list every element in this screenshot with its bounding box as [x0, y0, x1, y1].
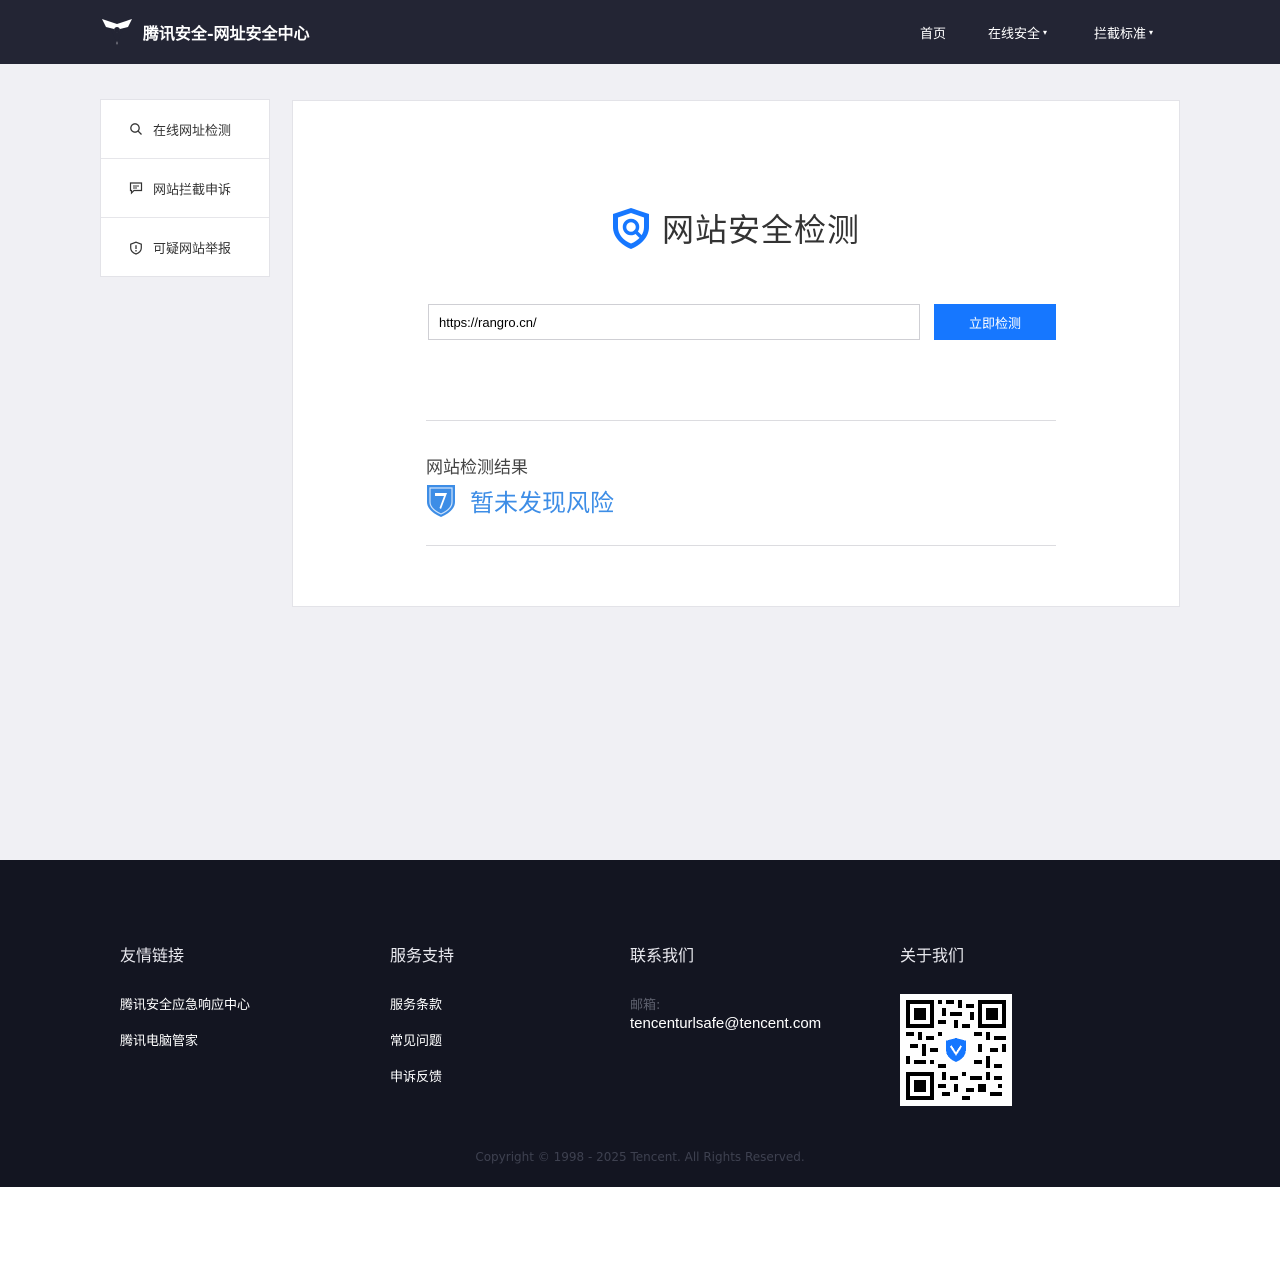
sidebar-item-url-check[interactable]: 在线网址检测	[101, 100, 269, 159]
footer-link-pcmgr[interactable]: 腾讯电脑管家	[120, 1030, 250, 1049]
footer-column-title: 关于我们	[900, 946, 965, 965]
security-check-icon	[613, 208, 649, 249]
result-label: 网站检测结果	[426, 458, 528, 478]
footer-contact-column: 联系我们 邮箱: tencenturlsafe@tencent.com	[630, 942, 821, 1032]
sidebar-item-label: 在线网址检测	[153, 123, 232, 139]
safe-shield-icon	[427, 484, 455, 517]
sidebar-item-report[interactable]: 可疑网站举报	[101, 218, 269, 277]
footer-about-column: 关于我们	[900, 942, 1012, 1106]
nav-home-label: 首页	[920, 26, 947, 42]
divider	[426, 420, 1056, 421]
page-title: 网站安全检测	[608, 205, 860, 251]
search-icon	[130, 123, 142, 135]
sidebar: 在线网址检测 网站拦截申诉 可疑网站举报	[100, 99, 270, 277]
footer-column-title: 联系我们	[630, 946, 695, 965]
footer-column-title: 友情链接	[120, 946, 185, 965]
footer-link-terms[interactable]: 服务条款	[390, 994, 454, 1013]
chevron-down-icon: ▾	[1149, 27, 1154, 37]
sidebar-item-label: 网站拦截申诉	[153, 182, 232, 198]
nav-intercept-standard[interactable]: 拦截标准 ▾	[1094, 0, 1153, 64]
sidebar-item-appeal[interactable]: 网站拦截申诉	[101, 159, 269, 218]
result-status: 暂未发现风险	[426, 483, 614, 518]
copyright: Copyright © 1998 - 2025 Tencent. All Rig…	[475, 1150, 805, 1164]
contact-email[interactable]: tencenturlsafe@tencent.com	[630, 1015, 821, 1032]
footer-link-feedback[interactable]: 申诉反馈	[390, 1066, 454, 1085]
footer-link-faq[interactable]: 常见问题	[390, 1030, 454, 1049]
chevron-down-icon: ▾	[1043, 27, 1048, 37]
footer-support-column: 服务支持 服务条款 常见问题 申诉反馈	[390, 942, 454, 1102]
sidebar-item-label: 可疑网站举报	[153, 242, 232, 257]
divider	[426, 545, 1056, 546]
qr-code-icon	[906, 1000, 1006, 1100]
footer-link-tsrc[interactable]: 腾讯安全应急响应中心	[120, 994, 250, 1013]
top-header: 腾讯安全-网址安全中心 首页 在线安全 ▾ 拦截标准 ▾	[0, 0, 1280, 64]
footer: 友情链接 腾讯安全应急响应中心 腾讯电脑管家 服务支持 服务条款 常见问题 申诉…	[0, 860, 1280, 1187]
footer-column-title: 服务支持	[390, 946, 455, 965]
nav-intercept-standard-label: 拦截标准	[1094, 26, 1147, 42]
check-card: 网站安全检测 立即检测 网站检测结果 暂未发现风险	[292, 100, 1180, 607]
wechat-qr-code	[900, 994, 1012, 1106]
nav-home[interactable]: 首页	[920, 0, 946, 64]
nav-online-security[interactable]: 在线安全 ▾	[988, 0, 1047, 64]
footer-links-column: 友情链接 腾讯安全应急响应中心 腾讯电脑管家	[120, 942, 250, 1066]
brand-logo[interactable]: 腾讯安全-网址安全中心	[100, 14, 310, 50]
email-label: 邮箱:	[630, 998, 661, 1013]
chat-icon	[129, 182, 143, 195]
tencent-security-logo-icon	[102, 19, 132, 45]
result-status-text: 暂未发现风险	[470, 489, 614, 517]
shield-alert-icon	[130, 241, 142, 255]
page-title-text: 网站安全检测	[662, 211, 861, 249]
url-input[interactable]	[428, 304, 920, 340]
check-now-button[interactable]: 立即检测	[934, 304, 1056, 340]
brand-name: 腾讯安全-网址安全中心	[143, 24, 310, 43]
nav-online-security-label: 在线安全	[988, 26, 1041, 42]
